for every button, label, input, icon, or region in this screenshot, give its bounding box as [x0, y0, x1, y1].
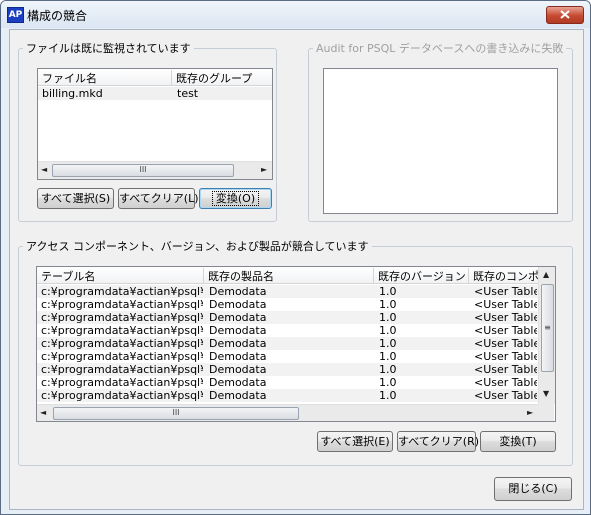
dialog-client-area: ファイルは既に監視されています ファイル名 既存のグループ billing.mk… [9, 29, 584, 510]
cell-table-name: c:¥programdata¥actian¥psql¥d... [41, 311, 203, 324]
cell-existing-version: 1.0 [379, 298, 397, 311]
select-all-files-button[interactable]: すべて選択(S) [37, 188, 114, 209]
monitored-files-hscrollbar[interactable]: ◄ III ► [38, 161, 272, 179]
scroll-right-icon[interactable]: ► [261, 165, 267, 174]
table-row[interactable]: c:¥programdata¥actian¥psql¥d... Demodata 1… [37, 285, 555, 298]
table-row[interactable]: c:¥programdata¥actian¥psql¥d... Demodata 1… [37, 363, 555, 376]
select-all-conflicts-button[interactable]: すべて選択(E) [317, 431, 393, 452]
cell-existing-version: 1.0 [379, 363, 397, 376]
conflicts-vscrollbar[interactable]: ▲ ≡ ▼ [538, 267, 555, 404]
cell-existing-component: <User Tables> [474, 389, 537, 402]
cell-existing-product: Demodata [209, 376, 267, 389]
window-title: 構成の競合 [27, 9, 88, 23]
cell-existing-version: 1.0 [379, 350, 397, 363]
scroll-thumb[interactable]: III [53, 407, 299, 420]
conflicts-header: テーブル名 既存の製品名 既存のバージョン 既存のコンポー [37, 267, 555, 284]
cell-existing-product: Demodata [209, 298, 267, 311]
cell-existing-component: <User Tables> [474, 376, 537, 389]
column-header-file-name[interactable]: ファイル名 [38, 70, 172, 85]
clear-all-conflicts-button[interactable]: すべてクリア(R) [397, 431, 479, 452]
cell-existing-version: 1.0 [379, 337, 397, 350]
conflicts-legend: アクセス コンポーネント、バージョン、および製品が競合しています [26, 240, 369, 253]
cell-existing-component: <User Tables> [474, 298, 537, 311]
table-row[interactable]: c:¥programdata¥actian¥psql¥d... Demodata 1… [37, 337, 555, 350]
scroll-thumb[interactable]: III [52, 164, 234, 177]
column-header-existing-group[interactable]: 既存のグループ [172, 70, 272, 85]
cell-existing-component: <User Tables> [474, 311, 537, 324]
table-row[interactable]: c:¥programdata¥actian¥psql¥d... Demodata 1… [37, 311, 555, 324]
grip-icon: III [172, 408, 180, 417]
table-row[interactable]: billing.mkd test [38, 87, 272, 100]
cell-existing-version: 1.0 [379, 285, 397, 298]
scroll-corner [538, 404, 554, 421]
cell-existing-version: 1.0 [379, 311, 397, 324]
scroll-right-icon[interactable]: ► [527, 408, 533, 417]
cell-existing-component: <User Tables> [474, 324, 537, 337]
column-header-existing-component[interactable]: 既存のコンポー [469, 268, 539, 283]
monitored-files-header: ファイル名 既存のグループ [38, 69, 272, 86]
column-header-existing-version[interactable]: 既存のバージョン [374, 268, 469, 283]
app-icon: AP [7, 7, 24, 23]
audit-failure-list [323, 68, 558, 214]
cell-table-name: c:¥programdata¥actian¥psql¥d... [41, 376, 203, 389]
table-row[interactable]: c:¥programdata¥actian¥psql¥d... Demodata 1… [37, 376, 555, 389]
cell-existing-product: Demodata [209, 389, 267, 402]
close-button[interactable]: 閉じる(C) [494, 477, 572, 501]
scroll-left-icon[interactable]: ◄ [41, 165, 47, 174]
scroll-left-icon[interactable]: ◄ [40, 408, 46, 417]
cell-existing-version: 1.0 [379, 324, 397, 337]
cell-existing-product: Demodata [209, 285, 267, 298]
table-row[interactable]: c:¥programdata¥actian¥psql¥d... Demodata 1… [37, 389, 555, 402]
cell-table-name: c:¥programdata¥actian¥psql¥d... [41, 298, 203, 311]
cell-table-name: c:¥programdata¥actian¥psql¥d... [41, 285, 203, 298]
scroll-down-icon[interactable]: ▼ [543, 389, 549, 398]
convert-conflicts-button[interactable]: 変換(T) [480, 431, 556, 452]
cell-existing-product: Demodata [209, 350, 267, 363]
cell-file-name: billing.mkd [42, 87, 103, 100]
table-row[interactable]: c:¥programdata¥actian¥psql¥d... Demodata 1… [37, 324, 555, 337]
cell-existing-component: <User Tables> [474, 337, 537, 350]
audit-failure-legend: Audit for PSQL データベースへの書き込みに失敗 [316, 42, 564, 55]
dialog-window: AP 構成の競合 ファイルは既に監視されています ファイル名 既存のグループ b… [0, 0, 591, 515]
scroll-thumb[interactable]: ≡ [541, 284, 554, 372]
cell-existing-product: Demodata [209, 311, 267, 324]
conflicts-hscrollbar[interactable]: ◄ III ► [37, 404, 538, 421]
cell-existing-product: Demodata [209, 363, 267, 376]
cell-existing-version: 1.0 [379, 389, 397, 402]
cell-existing-component: <User Tables> [474, 350, 537, 363]
cell-existing-product: Demodata [209, 337, 267, 350]
cell-table-name: c:¥programdata¥actian¥psql¥d... [41, 363, 203, 376]
scroll-up-icon[interactable]: ▲ [543, 270, 549, 279]
convert-files-label: 変換(O) [211, 191, 260, 206]
clear-all-files-button[interactable]: すべてクリア(L) [118, 188, 199, 209]
grip-icon: III [139, 165, 147, 174]
cell-existing-group: test [177, 87, 199, 100]
cell-existing-product: Demodata [209, 324, 267, 337]
cell-existing-component: <User Tables> [474, 285, 537, 298]
column-header-existing-product[interactable]: 既存の製品名 [204, 268, 374, 283]
table-row[interactable]: c:¥programdata¥actian¥psql¥d... Demodata 1… [37, 298, 555, 311]
conflicts-list[interactable]: テーブル名 既存の製品名 既存のバージョン 既存のコンポー c:¥program… [36, 266, 556, 422]
close-icon [560, 10, 570, 19]
cell-existing-version: 1.0 [379, 376, 397, 389]
cell-table-name: c:¥programdata¥actian¥psql¥d... [41, 324, 203, 337]
monitored-files-list[interactable]: ファイル名 既存のグループ billing.mkd test ◄ III ► [37, 68, 273, 180]
cell-table-name: c:¥programdata¥actian¥psql¥d... [41, 350, 203, 363]
title-bar[interactable]: AP 構成の競合 [1, 1, 590, 28]
column-header-table-name[interactable]: テーブル名 [37, 268, 204, 283]
monitored-files-legend: ファイルは既に監視されています [26, 42, 191, 55]
cell-table-name: c:¥programdata¥actian¥psql¥d... [41, 389, 203, 402]
convert-files-button[interactable]: 変換(O) [199, 188, 272, 209]
table-row[interactable]: c:¥programdata¥actian¥psql¥d... Demodata 1… [37, 350, 555, 363]
cell-table-name: c:¥programdata¥actian¥psql¥d... [41, 337, 203, 350]
cell-existing-component: <User Tables> [474, 363, 537, 376]
close-window-button[interactable] [546, 6, 584, 24]
grip-icon: ≡ [544, 323, 551, 332]
